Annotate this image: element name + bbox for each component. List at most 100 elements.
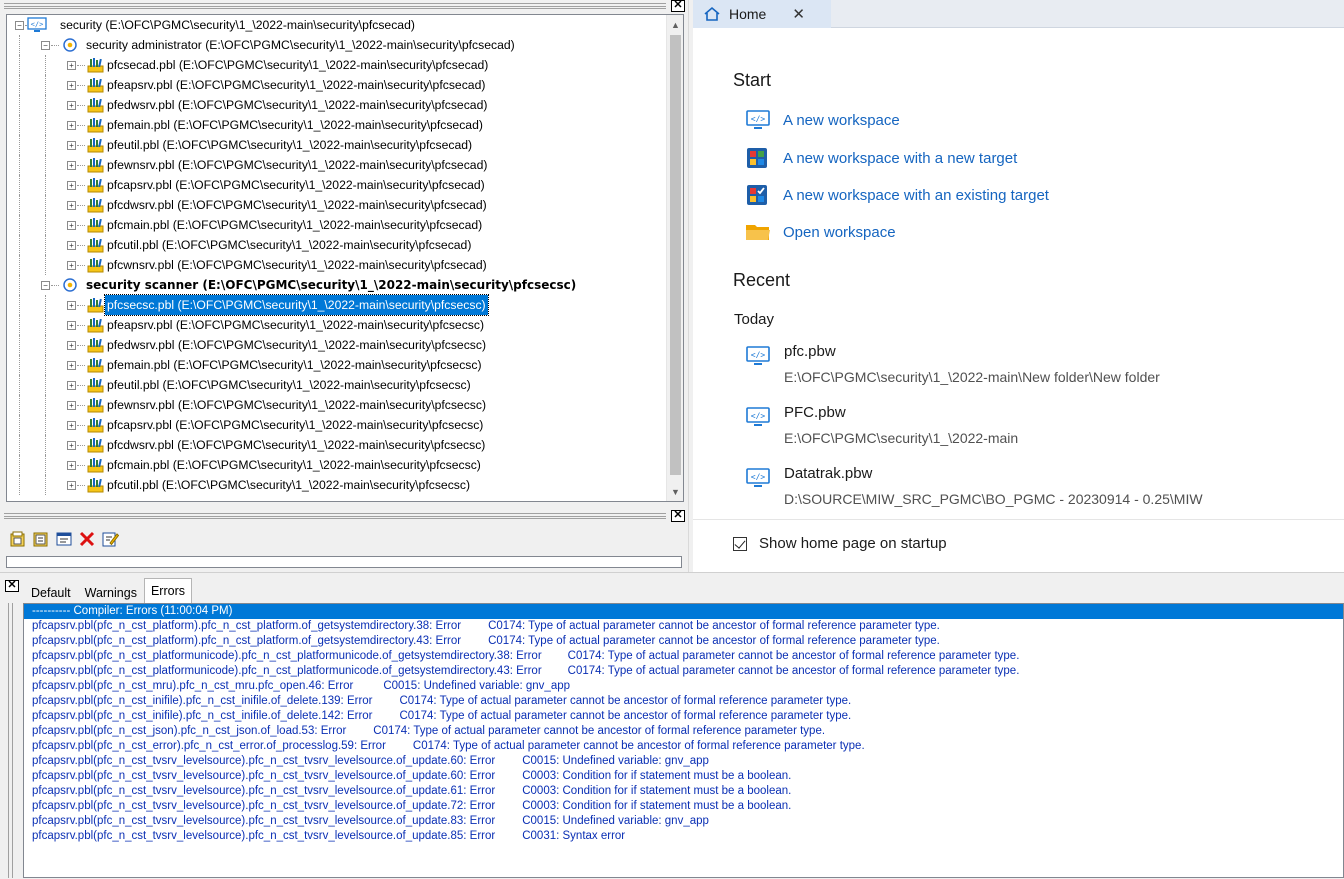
tree-node-library[interactable]: + pfedwsrv.pbl (E:\OFC\PGMC\security\1_\2… <box>7 335 667 355</box>
expand-icon[interactable]: + <box>67 301 76 310</box>
tree-node-library[interactable]: + pfcapsrv.pbl (E:\OFC\PGMC\security\1_\2… <box>7 415 667 435</box>
error-line[interactable]: pfcapsrv.pbl(pfc_n_cst_inifile).pfc_n_cs… <box>24 694 1343 709</box>
scroll-up-icon[interactable]: ▲ <box>667 17 683 34</box>
error-line[interactable]: pfcapsrv.pbl(pfc_n_cst_mru).pfc_n_cst_mr… <box>24 679 1343 694</box>
expand-icon[interactable]: + <box>67 261 76 270</box>
expand-icon[interactable]: + <box>67 221 76 230</box>
library-list-strip[interactable] <box>6 556 682 568</box>
tree-node-library[interactable]: + pfemain.pbl (E:\OFC\PGMC\security\1_\20… <box>7 115 667 135</box>
tree-node-library[interactable]: + pfcsecad.pbl (E:\OFC\PGMC\security\1_\2… <box>7 55 667 75</box>
compiler-errors-header[interactable]: ---------- Compiler: Errors (11:00:04 PM… <box>24 604 1343 619</box>
collapse-icon[interactable]: − <box>41 41 50 50</box>
expand-icon[interactable]: + <box>67 161 76 170</box>
tab-default[interactable]: Default <box>24 582 78 604</box>
open-workspace-link[interactable]: Open workspace <box>745 218 896 246</box>
tree-node-library[interactable]: + pfcdwsrv.pbl (E:\OFC\PGMC\security\1_\2… <box>7 435 667 455</box>
tree-node-target[interactable]: − security scanner (E:\OFC\PGMC\security\… <box>7 275 667 295</box>
error-line[interactable]: pfcapsrv.pbl(pfc_n_cst_tvsrv_levelsource… <box>24 829 1343 844</box>
tree-node-library[interactable]: + pfewnsrv.pbl (E:\OFC\PGMC\security\1_\2… <box>7 395 667 415</box>
tree-vertical-scrollbar[interactable]: ▲ ▼ <box>666 15 683 501</box>
expand-icon[interactable]: + <box>67 101 76 110</box>
expand-icon[interactable]: + <box>67 141 76 150</box>
tree-node-library[interactable]: + pfcdwsrv.pbl (E:\OFC\PGMC\security\1_\2… <box>7 195 667 215</box>
system-tree[interactable]: − </> security (E:\OFC\PGMC\security\1_\20… <box>6 14 684 502</box>
expand-icon[interactable]: + <box>67 441 76 450</box>
error-line[interactable]: pfcapsrv.pbl(pfc_n_cst_tvsrv_levelsource… <box>24 814 1343 829</box>
close-icon[interactable]: ✕ <box>671 510 685 522</box>
tab-errors[interactable]: Errors <box>143 578 192 604</box>
tab-home[interactable]: Home ✕ <box>693 0 831 28</box>
tree-node-library[interactable]: + pfcapsrv.pbl (E:\OFC\PGMC\security\1_\2… <box>7 175 667 195</box>
tree-node-library[interactable]: + pfemain.pbl (E:\OFC\PGMC\security\1_\20… <box>7 355 667 375</box>
expand-icon[interactable]: + <box>67 321 76 330</box>
expand-icon[interactable]: + <box>67 341 76 350</box>
error-line[interactable]: pfcapsrv.pbl(pfc_n_cst_platform).pfc_n_c… <box>24 634 1343 649</box>
library-edit-button[interactable] <box>100 528 120 550</box>
error-line[interactable]: pfcapsrv.pbl(pfc_n_cst_error).pfc_n_cst_… <box>24 739 1343 754</box>
error-list[interactable]: ---------- Compiler: Errors (11:00:04 PM… <box>23 603 1344 878</box>
tree-guide-line <box>77 225 85 226</box>
library-details-button[interactable] <box>31 528 51 550</box>
error-line[interactable]: pfcapsrv.pbl(pfc_n_cst_platformunicode).… <box>24 649 1343 664</box>
tree-node-library[interactable]: + pfcmain.pbl (E:\OFC\PGMC\security\1_\20… <box>7 455 667 475</box>
expand-icon[interactable]: + <box>67 401 76 410</box>
error-line[interactable]: pfcapsrv.pbl(pfc_n_cst_tvsrv_levelsource… <box>24 754 1343 769</box>
expand-icon[interactable]: + <box>67 481 76 490</box>
expand-icon[interactable]: + <box>67 201 76 210</box>
scrollbar-thumb[interactable] <box>670 35 681 475</box>
expand-icon[interactable]: + <box>67 461 76 470</box>
new-workspace-new-target-label: A new workspace with a new target <box>783 149 1018 167</box>
panel-grip[interactable] <box>4 513 666 519</box>
new-workspace-existing-target-link[interactable]: A new workspace with an existing target <box>745 181 1049 209</box>
close-icon[interactable]: ✕ <box>671 0 685 12</box>
tree-node-library[interactable]: + pfcwnsrv.pbl (E:\OFC\PGMC\security\1_\2… <box>7 255 667 275</box>
tree-node-library[interactable]: + pfeapsrv.pbl (E:\OFC\PGMC\security\1_\2… <box>7 75 667 95</box>
expand-icon[interactable]: + <box>67 81 76 90</box>
error-line[interactable]: pfcapsrv.pbl(pfc_n_cst_tvsrv_levelsource… <box>24 769 1343 784</box>
scroll-down-icon[interactable]: ▼ <box>667 484 683 501</box>
expand-icon[interactable]: + <box>67 121 76 130</box>
error-line[interactable]: pfcapsrv.pbl(pfc_n_cst_json).pfc_n_cst_j… <box>24 724 1343 739</box>
library-icon <box>87 337 104 353</box>
tree-node-library[interactable]: + pfewnsrv.pbl (E:\OFC\PGMC\security\1_\2… <box>7 155 667 175</box>
error-line[interactable]: pfcapsrv.pbl(pfc_n_cst_inifile).pfc_n_cs… <box>24 709 1343 724</box>
tree-node-library[interactable]: + pfcsecsc.pbl (E:\OFC\PGMC\security\1_\2… <box>7 294 667 316</box>
tree-node-target[interactable]: − security administrator (E:\OFC\PGMC\sec… <box>7 35 667 55</box>
tree-guide-line <box>77 125 85 126</box>
tree-node-library[interactable]: + pfcmain.pbl (E:\OFC\PGMC\security\1_\20… <box>7 215 667 235</box>
expand-icon[interactable]: + <box>67 421 76 430</box>
collapse-icon[interactable]: − <box>41 281 50 290</box>
show-home-on-startup-option[interactable]: Show home page on startup <box>733 535 947 552</box>
tree-node-library[interactable]: + pfcutil.pbl (E:\OFC\PGMC\security\1_\20… <box>7 235 667 255</box>
library-list-button[interactable] <box>8 528 28 550</box>
library-details-icon <box>33 532 48 547</box>
expand-icon[interactable]: + <box>67 361 76 370</box>
library-panel-titlebar[interactable]: ✕ <box>0 510 688 524</box>
tree-node-library[interactable]: + pfeapsrv.pbl (E:\OFC\PGMC\security\1_\2… <box>7 315 667 335</box>
expand-icon[interactable]: + <box>67 381 76 390</box>
expand-icon[interactable]: + <box>67 61 76 70</box>
tree-node-workspace[interactable]: − </> security (E:\OFC\PGMC\security\1_\20… <box>7 15 667 35</box>
tree-node-library[interactable]: + pfeutil.pbl (E:\OFC\PGMC\security\1_\20… <box>7 375 667 395</box>
tree-node-library[interactable]: + pfeutil.pbl (E:\OFC\PGMC\security\1_\20… <box>7 135 667 155</box>
tree-node-library[interactable]: + pfcutil.pbl (E:\OFC\PGMC\security\1_\20… <box>7 475 667 495</box>
tab-warnings[interactable]: Warnings <box>78 582 144 604</box>
close-icon[interactable]: ✕ <box>5 580 19 592</box>
expand-icon[interactable]: + <box>67 241 76 250</box>
library-delete-button[interactable] <box>77 528 97 550</box>
error-line[interactable]: pfcapsrv.pbl(pfc_n_cst_tvsrv_levelsource… <box>24 799 1343 814</box>
new-workspace-new-target-link[interactable]: A new workspace with a new target <box>745 144 1017 172</box>
error-line[interactable]: pfcapsrv.pbl(pfc_n_cst_tvsrv_levelsource… <box>24 784 1343 799</box>
panel-grip[interactable] <box>4 3 666 9</box>
error-line[interactable]: pfcapsrv.pbl(pfc_n_cst_platform).pfc_n_c… <box>24 619 1343 634</box>
tree-node-library[interactable]: + pfedwsrv.pbl (E:\OFC\PGMC\security\1_\2… <box>7 95 667 115</box>
tab-close-icon[interactable]: ✕ <box>792 5 805 23</box>
new-workspace-link[interactable]: </> A new workspace <box>745 106 900 134</box>
output-panel-grip[interactable] <box>8 603 13 878</box>
tree-panel-titlebar[interactable]: ✕ <box>0 0 688 14</box>
collapse-icon[interactable]: − <box>15 21 24 30</box>
library-properties-button[interactable] <box>54 528 74 550</box>
expand-icon[interactable]: + <box>67 181 76 190</box>
error-line[interactable]: pfcapsrv.pbl(pfc_n_cst_platformunicode).… <box>24 664 1343 679</box>
show-home-on-startup-checkbox[interactable] <box>733 536 747 551</box>
